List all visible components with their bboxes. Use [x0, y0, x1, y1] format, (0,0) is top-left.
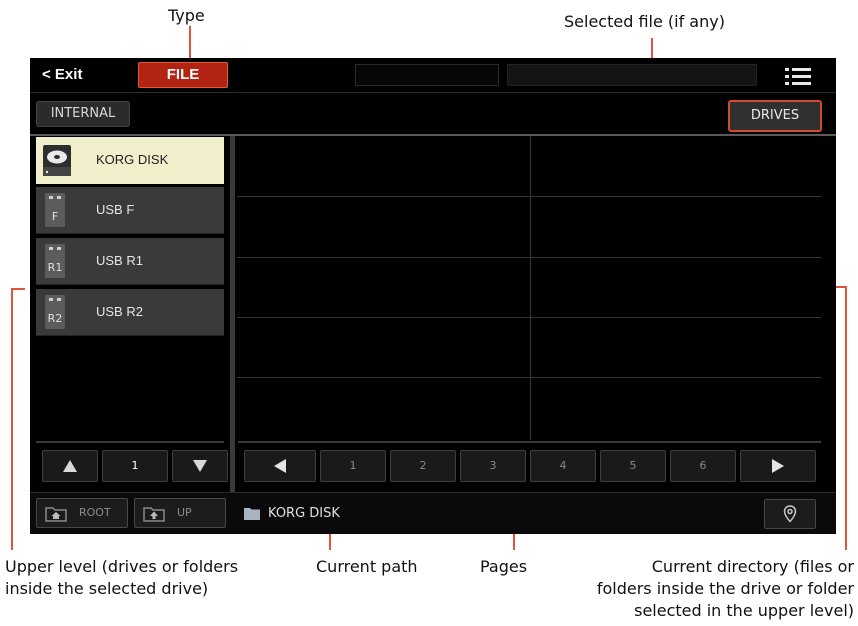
up-folder-icon — [143, 507, 165, 522]
bracket-upper-level-left — [11, 288, 13, 550]
tab-bar: INTERNAL DRIVES — [30, 92, 836, 135]
drive-label: USB F — [96, 202, 135, 217]
bottom-bar: ROOT UP KORG DISK — [30, 492, 836, 534]
drive-label: USB R2 — [96, 304, 143, 319]
bracket-upper-level-top — [11, 288, 25, 290]
tab-internal[interactable]: INTERNAL — [36, 101, 130, 127]
upper-page-label: 1 — [131, 459, 139, 472]
drive-label: USB R1 — [96, 253, 143, 268]
list-menu-icon[interactable] — [785, 66, 811, 86]
root-button[interactable]: ROOT — [36, 498, 128, 528]
bracket-current-dir-right — [845, 286, 847, 550]
callout-current-path: Current path — [316, 557, 418, 576]
usb-icon: R2 — [45, 295, 65, 329]
up-button[interactable]: UP — [134, 498, 226, 528]
callout-current-directory-line1: Current directory (files or — [651, 557, 854, 576]
drive-label: KORG DISK — [96, 152, 169, 167]
upper-page-number: 1 — [102, 450, 168, 482]
current-path: KORG DISK — [268, 506, 340, 521]
usb-icon-letter: R2 — [47, 312, 63, 325]
page-button-5[interactable]: 5 — [600, 450, 666, 482]
callout-current-directory-line3: selected in the upper level) — [634, 601, 854, 620]
page-label: 4 — [559, 459, 567, 472]
page-next-button[interactable] — [740, 450, 816, 482]
callout-type: Type — [168, 6, 205, 25]
callout-pages: Pages — [480, 557, 528, 576]
page-button-4[interactable]: 4 — [530, 450, 596, 482]
callout-current-directory-line2: folders inside the drive or folder — [596, 579, 854, 598]
page-button-1[interactable]: 1 — [320, 450, 386, 482]
scroll-down-button[interactable] — [172, 450, 228, 482]
root-folder-icon — [45, 507, 67, 522]
top-bar: < Exit FILE — [30, 58, 836, 92]
selected-file-box — [507, 64, 757, 86]
page-button-6[interactable]: 6 — [670, 450, 736, 482]
callout-upper-level-line1: Upper level (drives or folders — [5, 557, 239, 576]
scroll-up-button[interactable] — [42, 450, 98, 482]
usb-icon: R1 — [45, 244, 65, 278]
current-directory-grid[interactable] — [237, 136, 821, 440]
usb-icon-letter: R1 — [47, 261, 63, 274]
selected-file-box-left — [355, 64, 499, 86]
page-prev-button[interactable] — [244, 450, 316, 482]
page-label: 6 — [699, 459, 707, 472]
exit-button[interactable]: < Exit — [42, 66, 82, 83]
page-button-2[interactable]: 2 — [390, 450, 456, 482]
usb-icon-letter: F — [51, 210, 59, 223]
drive-item-usb-f[interactable]: F USB F — [36, 187, 224, 234]
pane-divider — [230, 136, 235, 534]
list-divider-left — [36, 441, 224, 443]
callout-upper-level-line2: inside the selected drive) — [5, 579, 209, 598]
callout-line-type — [189, 26, 191, 62]
callout-upper-level: Upper level (drives or folders inside th… — [5, 556, 238, 600]
usb-icon: F — [45, 193, 65, 227]
page-label: 1 — [349, 459, 357, 472]
triangle-down-icon — [193, 460, 207, 472]
root-label: ROOT — [79, 506, 111, 519]
folder-icon — [244, 508, 260, 520]
page-label: 5 — [629, 459, 637, 472]
locate-button[interactable] — [764, 499, 816, 529]
drive-item-usb-r2[interactable]: R2 USB R2 — [36, 289, 224, 336]
page-label: 3 — [489, 459, 497, 472]
triangle-left-icon — [274, 459, 286, 473]
up-label: UP — [177, 506, 192, 519]
file-browser-screen: < Exit FILE INTERNAL DRIVES KORG DISK F … — [30, 58, 836, 534]
tab-drives[interactable]: DRIVES — [728, 100, 822, 132]
callout-selected-file: Selected file (if any) — [564, 12, 725, 31]
list-divider-right — [238, 441, 821, 443]
type-button[interactable]: FILE — [138, 62, 228, 88]
triangle-up-icon — [63, 460, 77, 472]
drive-item-korg-disk[interactable]: KORG DISK — [36, 137, 224, 184]
triangle-right-icon — [772, 459, 784, 473]
page-label: 2 — [419, 459, 427, 472]
location-pin-icon — [783, 505, 797, 523]
drive-item-usb-r1[interactable]: R1 USB R1 — [36, 238, 224, 285]
callout-current-directory: Current directory (files or folders insi… — [560, 556, 854, 622]
page-button-3[interactable]: 3 — [460, 450, 526, 482]
disk-icon — [43, 145, 71, 176]
